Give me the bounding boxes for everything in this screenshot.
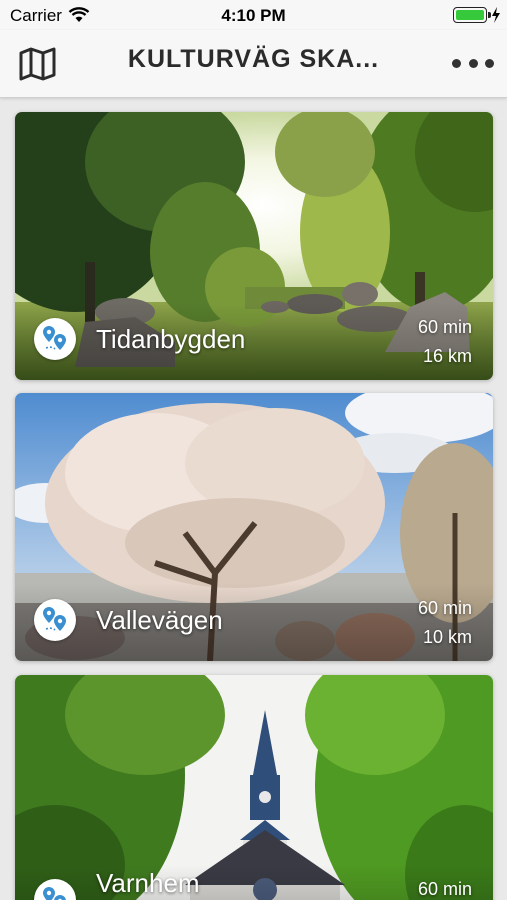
more-icon bbox=[452, 58, 461, 68]
route-name: Varnhem bbox=[96, 868, 200, 898]
route-duration: 60 min bbox=[417, 879, 472, 899]
map-icon bbox=[19, 47, 56, 81]
charging-icon bbox=[492, 7, 500, 23]
route-distance: 16 km bbox=[422, 346, 472, 366]
route-card-tidanbygden[interactable]: Tidanbygden 60 min 16 km bbox=[15, 112, 493, 380]
route-name: Vallevägen bbox=[96, 605, 223, 635]
navigation-bar: KULTURVÄG SKA... bbox=[0, 30, 507, 98]
route-card-varnhem[interactable]: Varnhem 60 min bbox=[15, 675, 493, 900]
route-name: Tidanbygden bbox=[96, 324, 246, 354]
clock: 4:10 PM bbox=[221, 6, 286, 25]
route-duration: 60 min bbox=[417, 317, 472, 337]
map-button[interactable] bbox=[18, 46, 58, 82]
route-distance: 10 km bbox=[422, 627, 472, 647]
route-pin-icon bbox=[34, 599, 76, 641]
more-options-button[interactable] bbox=[452, 54, 494, 72]
status-bar: Carrier 4:10 PM bbox=[0, 0, 507, 30]
route-duration: 60 min bbox=[417, 598, 472, 618]
page-title: KULTURVÄG SKA... bbox=[127, 45, 380, 73]
route-pin-icon bbox=[34, 318, 76, 360]
battery-icon bbox=[453, 7, 491, 23]
route-card-vallevagen[interactable]: Vallevägen 60 min 10 km bbox=[15, 393, 493, 661]
